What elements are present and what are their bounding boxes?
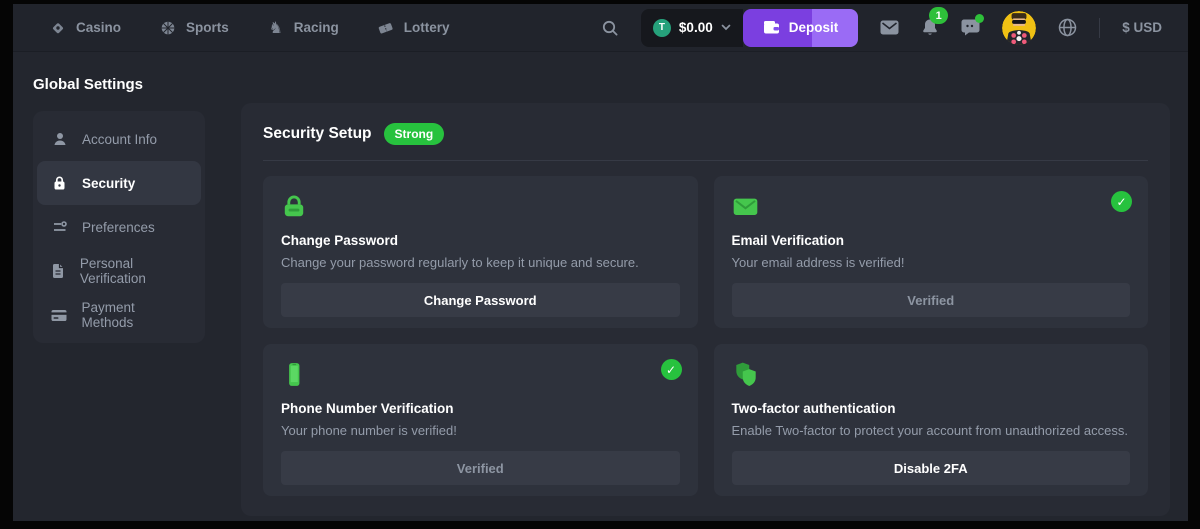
phone-verified-button[interactable]: Verified bbox=[281, 451, 680, 485]
sidebar-item-preferences[interactable]: Preferences bbox=[37, 205, 201, 249]
nav-item-casino[interactable]: Casino bbox=[49, 19, 121, 37]
page-title: Global Settings bbox=[33, 76, 213, 93]
disable-2fa-button[interactable]: Disable 2FA bbox=[732, 451, 1131, 485]
sidebar-item-label: Account Info bbox=[82, 132, 157, 147]
card-description: Your email address is verified! bbox=[732, 255, 1131, 270]
notifications-bell-icon[interactable]: 1 bbox=[921, 18, 939, 37]
nav-label: Casino bbox=[76, 20, 121, 35]
email-verified-button[interactable]: Verified bbox=[732, 283, 1131, 317]
verified-check-icon: ✓ bbox=[1111, 191, 1132, 212]
page-content: Global Settings Account Info Security bbox=[13, 52, 1188, 516]
nav-item-sports[interactable]: Sports bbox=[159, 19, 229, 37]
casino-chip-icon bbox=[49, 19, 67, 37]
lock-icon bbox=[51, 175, 68, 191]
user-avatar[interactable] bbox=[1002, 11, 1036, 45]
currency-label: $ USD bbox=[1122, 20, 1162, 35]
sidebar-item-personal-verification[interactable]: Personal Verification bbox=[37, 249, 201, 293]
email-verification-card: ✓ Email Verification Your email address … bbox=[714, 176, 1149, 328]
card-title: Two-factor authentication bbox=[732, 401, 1131, 416]
verified-check-icon: ✓ bbox=[661, 359, 682, 380]
user-icon bbox=[51, 131, 68, 147]
sidebar-item-label: Security bbox=[82, 176, 135, 191]
tether-coin-icon: T bbox=[653, 19, 671, 37]
change-password-card: Change Password Change your password reg… bbox=[263, 176, 698, 328]
security-setup-panel: Security Setup Strong Change Password Ch… bbox=[241, 103, 1170, 516]
chevron-down-icon bbox=[721, 24, 731, 31]
mail-icon[interactable] bbox=[880, 20, 899, 35]
topbar-divider bbox=[1099, 18, 1100, 38]
phone-verification-card: ✓ Phone Number Verification Your phone n… bbox=[263, 344, 698, 496]
search-icon[interactable] bbox=[601, 19, 619, 37]
two-factor-card: Two-factor authentication Enable Two-fac… bbox=[714, 344, 1149, 496]
security-strength-badge: Strong bbox=[384, 123, 445, 145]
deposit-label: Deposit bbox=[789, 20, 839, 35]
panel-title: Security Setup bbox=[263, 125, 372, 143]
balance-selector[interactable]: T $0.00 bbox=[641, 9, 743, 47]
smartphone-icon bbox=[281, 361, 680, 388]
document-icon bbox=[51, 263, 66, 279]
sidebar-item-label: Personal Verification bbox=[80, 256, 187, 286]
language-globe-icon[interactable] bbox=[1058, 18, 1077, 37]
balance-amount: $0.00 bbox=[679, 20, 713, 35]
double-shield-icon bbox=[732, 361, 1131, 388]
sidebar-item-payment-methods[interactable]: Payment Methods bbox=[37, 293, 201, 337]
deposit-button[interactable]: Deposit bbox=[743, 9, 859, 47]
panel-header: Security Setup Strong bbox=[263, 123, 1148, 145]
ticket-icon bbox=[377, 19, 395, 37]
wallet-group: T $0.00 Deposit bbox=[641, 9, 858, 47]
nav-item-lottery[interactable]: Lottery bbox=[377, 19, 450, 37]
chat-icon[interactable] bbox=[961, 18, 980, 37]
card-title: Change Password bbox=[281, 233, 680, 248]
envelope-icon bbox=[732, 193, 1131, 220]
sliders-icon bbox=[51, 219, 68, 235]
card-description: Your phone number is verified! bbox=[281, 423, 680, 438]
security-cards-grid: Change Password Change your password reg… bbox=[263, 176, 1148, 496]
header-divider bbox=[263, 160, 1148, 161]
currency-selector[interactable]: $ USD bbox=[1122, 20, 1162, 35]
notification-count-badge: 1 bbox=[929, 7, 948, 24]
nav-label: Racing bbox=[294, 20, 339, 35]
sidebar-item-security[interactable]: Security bbox=[37, 161, 201, 205]
sidebar-item-label: Payment Methods bbox=[81, 300, 187, 330]
online-status-dot bbox=[975, 14, 984, 23]
card-title: Email Verification bbox=[732, 233, 1131, 248]
nav-label: Sports bbox=[186, 20, 229, 35]
nav-label: Lottery bbox=[404, 20, 450, 35]
basketball-icon bbox=[159, 19, 177, 37]
card-description: Change your password regularly to keep i… bbox=[281, 255, 680, 270]
settings-menu: Account Info Security Preferences bbox=[33, 111, 205, 343]
wallet-icon bbox=[763, 20, 780, 35]
top-navigation-bar: Casino Sports ♞ Racing Lottery bbox=[13, 4, 1188, 52]
card-description: Enable Two-factor to protect your accoun… bbox=[732, 423, 1131, 438]
app-window: Casino Sports ♞ Racing Lottery bbox=[13, 4, 1188, 521]
credit-card-icon bbox=[51, 309, 67, 322]
padlock-icon bbox=[281, 193, 680, 220]
sidebar-item-label: Preferences bbox=[82, 220, 155, 235]
topbar-right-cluster: T $0.00 Deposit 1 bbox=[601, 9, 1162, 47]
change-password-button[interactable]: Change Password bbox=[281, 283, 680, 317]
sidebar-item-account-info[interactable]: Account Info bbox=[37, 117, 201, 161]
primary-nav: Casino Sports ♞ Racing Lottery bbox=[49, 19, 450, 37]
nav-item-racing[interactable]: ♞ Racing bbox=[267, 19, 339, 37]
settings-sidebar-column: Global Settings Account Info Security bbox=[13, 52, 213, 343]
card-title: Phone Number Verification bbox=[281, 401, 680, 416]
horse-icon: ♞ bbox=[267, 19, 285, 37]
